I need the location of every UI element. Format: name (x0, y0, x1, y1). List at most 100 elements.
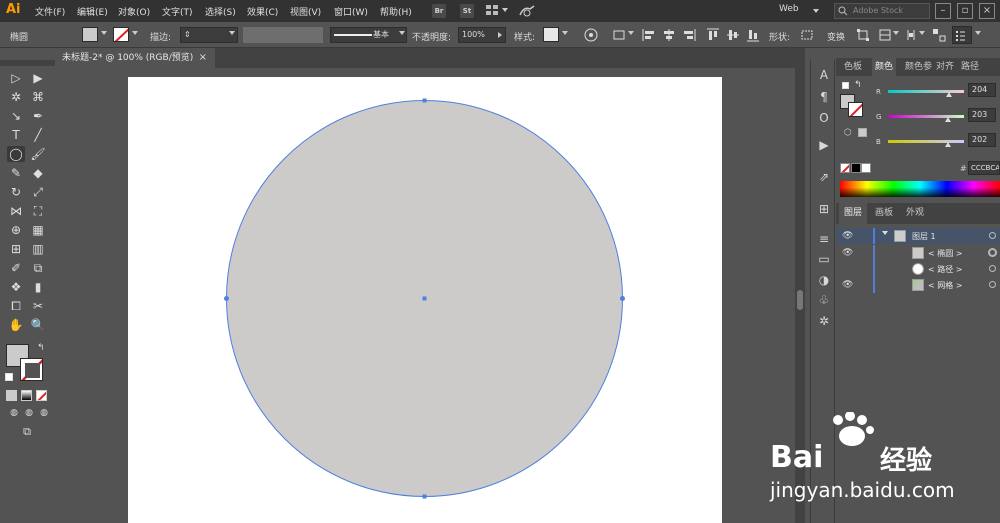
graphic-style-swatch[interactable] (543, 27, 559, 42)
transform-label[interactable]: 变换 (827, 30, 845, 43)
select-similar-icon[interactable] (932, 28, 946, 42)
target-icon[interactable] (989, 265, 996, 272)
ellipse-tool-icon[interactable]: ◯ (7, 146, 25, 162)
closest-color-swatch[interactable] (858, 128, 867, 137)
chevron-down-icon[interactable] (562, 31, 568, 35)
layer-row[interactable]: < 路径 > (836, 261, 1000, 277)
selection-tool-icon[interactable]: ▷ (7, 70, 25, 86)
align-top-icon[interactable] (706, 28, 720, 42)
align-right-icon[interactable] (682, 28, 696, 42)
hex-value-input[interactable]: CCCBCA (968, 161, 1000, 175)
default-colors-icon[interactable] (842, 82, 849, 89)
magic-wand-tool-icon[interactable]: ✲ (7, 89, 25, 105)
chevron-down-icon[interactable] (101, 31, 107, 35)
line-segment-tool-icon[interactable]: ╱ (29, 127, 47, 143)
artboard-tool-icon[interactable]: ⧠ (7, 298, 25, 314)
align-bottom-icon[interactable] (746, 28, 760, 42)
symbol-sprayer-tool-icon[interactable]: ❖ (7, 279, 25, 295)
menu-select[interactable]: 选择(S) (205, 5, 236, 18)
rotate-tool-icon[interactable]: ↻ (7, 184, 25, 200)
tab-pathfinder[interactable]: 路径 (958, 58, 982, 76)
close-tab-icon[interactable]: × (199, 48, 207, 68)
layer-row[interactable]: 👁 图层 1 (836, 228, 1000, 244)
align-vertical-center-icon[interactable] (726, 28, 740, 42)
shaper-tool-icon[interactable]: ✎ (7, 165, 25, 181)
chevron-down-icon[interactable] (502, 8, 508, 12)
symbols-panel-icon[interactable]: ♧ (817, 293, 831, 307)
shape-label[interactable]: 形状: (769, 30, 790, 43)
stroke-color-box[interactable] (20, 358, 43, 381)
zoom-tool-icon[interactable]: 🔍 (29, 317, 47, 333)
stroke-swatch[interactable] (113, 27, 129, 42)
red-slider[interactable] (888, 90, 964, 93)
layer-row[interactable]: 👁 < 网格 > (836, 277, 1000, 293)
chevron-down-icon[interactable] (919, 31, 925, 35)
stroke-weight-input[interactable]: ⇕ (180, 27, 238, 43)
stroke-color-box[interactable] (848, 102, 863, 117)
slice-tool-icon[interactable]: ✂ (29, 298, 47, 314)
layer-name[interactable]: 图层 1 (912, 231, 936, 242)
chevron-down-icon[interactable] (882, 231, 888, 235)
chevron-down-icon[interactable] (132, 31, 138, 35)
ellipse-artwork[interactable] (55, 68, 795, 523)
menu-view[interactable]: 视图(V) (290, 5, 321, 18)
layer-name[interactable]: < 椭圆 > (928, 248, 963, 259)
visibility-eye-icon[interactable]: 👁 (842, 231, 853, 241)
eyedropper-tool-icon[interactable]: ✐ (7, 260, 25, 276)
menu-window[interactable]: 窗口(W) (334, 5, 368, 18)
red-slider-thumb[interactable] (945, 92, 952, 97)
tab-layers[interactable]: 图层 (839, 203, 868, 224)
distribute-icon[interactable] (904, 28, 918, 42)
shape-properties-icon[interactable] (800, 28, 814, 42)
lasso-tool-icon[interactable]: ⌘ (29, 89, 47, 105)
tab-appearance[interactable]: 外观 (901, 203, 929, 224)
variable-width-profile[interactable] (243, 27, 323, 43)
workspace-switcher[interactable]: Web (779, 4, 799, 14)
menu-edit[interactable]: 编辑(E) (77, 5, 108, 18)
chevron-down-icon[interactable] (975, 31, 981, 35)
paragraph-panel-icon[interactable]: ¶ (817, 90, 831, 104)
none-mode-icon[interactable] (36, 390, 47, 401)
chevron-down-icon[interactable] (399, 31, 405, 35)
color-mode-icon[interactable] (6, 390, 17, 401)
green-slider[interactable] (888, 115, 964, 118)
canvas-area[interactable] (55, 68, 795, 523)
tab-swatches[interactable]: 色板 (841, 58, 865, 76)
actions-panel-icon[interactable]: ▶ (817, 138, 831, 152)
visibility-eye-icon[interactable]: 👁 (842, 280, 853, 290)
align-left-icon[interactable] (642, 28, 656, 42)
gpu-performance-icon[interactable] (518, 4, 536, 18)
target-icon[interactable] (989, 281, 996, 288)
asset-export-icon[interactable]: ⊞ (817, 202, 831, 216)
shape-builder-tool-icon[interactable]: ⊕ (7, 222, 25, 238)
draw-inside-icon[interactable]: ◍ (35, 405, 53, 421)
transparency-panel-icon[interactable]: ◑ (817, 273, 831, 287)
eraser-tool-icon[interactable]: ◆ (29, 165, 47, 181)
visibility-eye-icon[interactable]: 👁 (842, 248, 853, 258)
default-fill-stroke-icon[interactable] (5, 373, 13, 381)
isolate-icon[interactable] (878, 28, 892, 42)
align-horizontal-center-icon[interactable] (662, 28, 676, 42)
type-tool-icon[interactable]: T (7, 127, 25, 143)
white-color-swatch[interactable] (861, 163, 871, 173)
menu-file[interactable]: 文件(F) (35, 5, 65, 18)
arrange-documents-icon[interactable] (486, 5, 498, 16)
recolor-artwork-icon[interactable] (584, 28, 598, 42)
direct-selection-tool-icon[interactable]: ▶ (29, 70, 47, 86)
chevron-down-icon[interactable] (813, 9, 819, 13)
pen-tool-icon[interactable]: ✒ (29, 108, 47, 124)
green-slider-thumb[interactable] (945, 117, 952, 122)
tab-align[interactable]: 对齐 (933, 58, 957, 76)
blue-slider-thumb[interactable] (945, 142, 952, 147)
graphic-styles-icon[interactable]: ✲ (817, 314, 831, 328)
bridge-icon[interactable]: Br (432, 4, 446, 18)
swap-colors-icon[interactable]: ↰ (854, 80, 862, 90)
menu-type[interactable]: 文字(T) (162, 5, 193, 18)
layer-name[interactable]: < 路径 > (928, 264, 963, 275)
chevron-right-icon[interactable] (498, 32, 502, 38)
stroke-panel-icon[interactable]: ≡ (817, 232, 831, 246)
chevron-down-icon[interactable] (628, 31, 634, 35)
transform-reference-icon[interactable] (856, 28, 870, 42)
hand-tool-icon[interactable]: ✋ (7, 317, 25, 333)
none-color-swatch[interactable] (840, 163, 850, 173)
